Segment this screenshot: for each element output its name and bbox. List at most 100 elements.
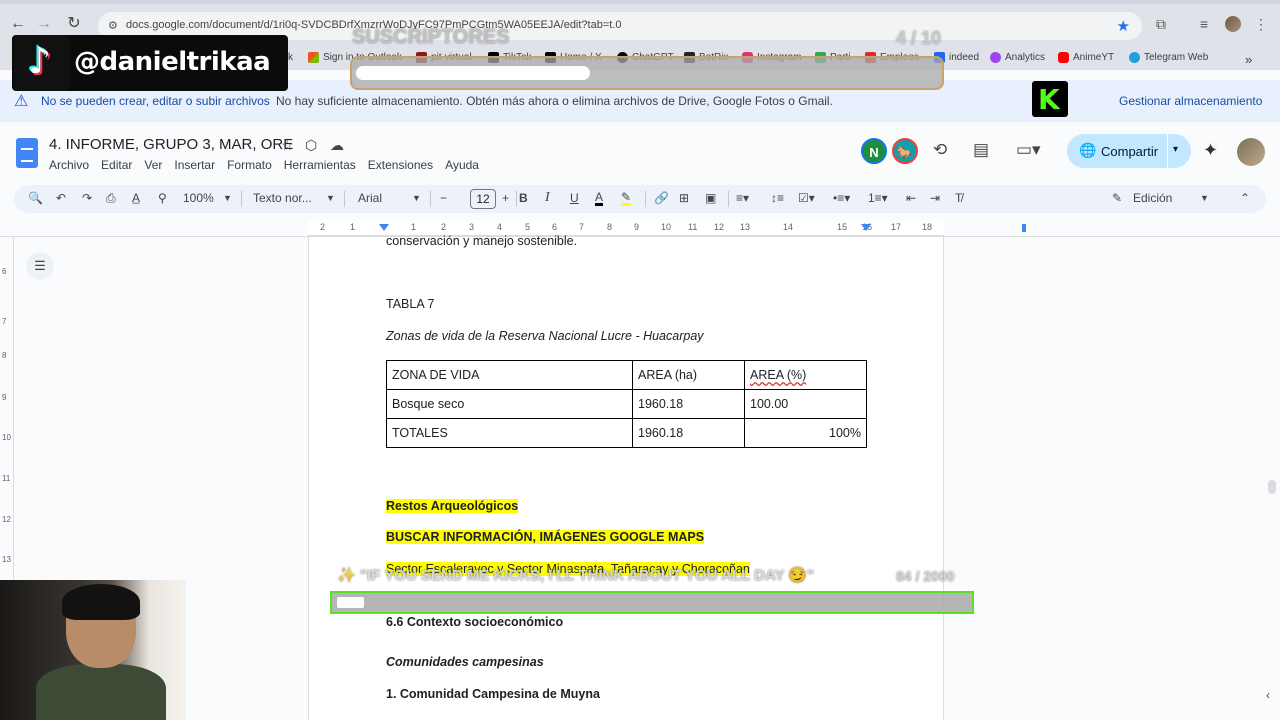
zoom-select[interactable]: 100% — [183, 191, 214, 205]
extensions-icon[interactable]: ⧉ — [1152, 15, 1170, 33]
highlight-icon[interactable]: ✎ — [621, 191, 632, 206]
table-header-cell[interactable]: AREA (ha) — [632, 360, 745, 390]
right-margin-marker[interactable] — [1018, 224, 1026, 232]
increase-font-icon[interactable]: + — [502, 191, 509, 205]
table-cell[interactable]: Bosque seco — [386, 389, 633, 419]
print-icon[interactable]: ⎙ — [106, 191, 116, 206]
text-color-icon[interactable]: A — [595, 191, 604, 206]
add-comment-icon[interactable]: ⊞ — [679, 191, 689, 205]
chevron-down-icon[interactable]: ▼ — [1200, 193, 1209, 203]
telegram-icon — [1129, 52, 1140, 63]
paint-format-icon[interactable]: ⚲ — [158, 191, 167, 205]
link-icon[interactable]: 🔗 — [654, 191, 669, 205]
menu-herramientas[interactable]: Herramientas — [284, 158, 356, 172]
reading-list-icon[interactable]: ≡ — [1195, 15, 1213, 33]
chrome-menu-icon[interactable]: ⋮ — [1252, 15, 1270, 33]
numbered-list-icon[interactable]: 1≡▾ — [868, 191, 888, 205]
bookmark-item[interactable]: AnimeYT — [1058, 52, 1114, 63]
decrease-indent-icon[interactable]: ⇤ — [906, 191, 916, 205]
right-indent-marker[interactable] — [861, 224, 871, 231]
meet-icon[interactable]: ▭▾ — [1016, 140, 1041, 160]
bookmark-label: k — [288, 52, 293, 63]
kicks-count: 84 / 2000 — [896, 568, 955, 584]
table-cell[interactable]: 100.00 — [744, 389, 867, 419]
ruler-number: 1 — [411, 222, 417, 232]
bookmark-label: indeed — [949, 52, 980, 63]
forward-arrow-icon[interactable]: → — [34, 14, 54, 34]
document-title[interactable]: 4. INFORME, GRUPO 3, MAR, ORE — [49, 136, 293, 153]
table-cell[interactable]: TOTALES — [386, 418, 633, 448]
collaborator-avatar[interactable]: N — [861, 138, 887, 164]
redo-icon[interactable]: ↷ — [82, 191, 92, 205]
star-icon[interactable]: ☆ — [281, 137, 294, 154]
increase-indent-icon[interactable]: ⇥ — [930, 191, 940, 205]
ruler-number: 4 — [497, 222, 503, 232]
italic-icon[interactable]: I — [545, 190, 550, 206]
underline-icon[interactable]: U — [570, 191, 579, 205]
analytics-icon — [990, 52, 1001, 63]
menu-editar[interactable]: Editar — [101, 158, 132, 172]
manage-storage-link[interactable]: Gestionar almacenamiento — [1119, 94, 1262, 108]
user-avatar[interactable] — [1237, 138, 1265, 166]
version-history-icon[interactable]: ⟲ — [933, 140, 947, 160]
decrease-font-icon[interactable]: − — [440, 191, 447, 205]
microsoft-icon — [308, 52, 319, 63]
profile-avatar[interactable] — [1225, 16, 1241, 32]
menu-archivo[interactable]: Archivo — [49, 158, 89, 172]
toolbar-divider — [645, 191, 646, 207]
pencil-icon: ✎ — [1112, 191, 1123, 205]
align-icon[interactable]: ≡▾ — [736, 191, 749, 205]
reload-icon[interactable]: ↻ — [64, 14, 84, 34]
table-cell[interactable]: 1960.18 — [632, 418, 745, 448]
cloud-status-icon[interactable]: ☁ — [330, 137, 344, 154]
share-dropdown-icon[interactable]: ▾ — [1173, 144, 1178, 155]
vertical-scrollbar[interactable] — [1268, 480, 1276, 494]
bookmark-item[interactable]: Telegram Web — [1129, 52, 1208, 63]
chevron-down-icon: ▼ — [223, 193, 232, 203]
undo-icon[interactable]: ↶ — [56, 191, 66, 205]
menu-ver[interactable]: Ver — [144, 158, 162, 172]
menu-formato[interactable]: Formato — [227, 158, 272, 172]
line-spacing-icon[interactable]: ↕≡ — [771, 191, 784, 205]
site-info-icon[interactable]: ⚙ — [108, 19, 122, 33]
spellcheck-icon[interactable]: A̲ — [132, 191, 140, 205]
document-page[interactable]: conservación y manejo sostenible. TABLA … — [308, 234, 944, 720]
menu-insertar[interactable]: Insertar — [174, 158, 215, 172]
menu-bar: Archivo Editar Ver Insertar Formato Herr… — [49, 158, 491, 172]
share-button[interactable]: 🌐 Compartir ▾ — [1067, 134, 1191, 168]
search-icon[interactable]: 🔍 — [28, 191, 43, 205]
menu-ayuda[interactable]: Ayuda — [445, 158, 479, 172]
font-select[interactable]: Arial — [358, 191, 382, 205]
paragraph-fragment: conservación y manejo sostenible. — [386, 234, 578, 248]
bookmark-item[interactable]: k — [288, 52, 293, 63]
more-bookmarks-icon[interactable]: » — [1245, 52, 1252, 67]
back-arrow-icon[interactable]: ← — [8, 14, 28, 34]
clear-formatting-icon[interactable]: T̸ — [955, 191, 962, 205]
table-header-cell[interactable]: ZONA DE VIDA — [386, 360, 633, 390]
move-icon[interactable]: ⬡ — [305, 137, 317, 154]
table-cell[interactable]: 100% — [744, 418, 867, 448]
side-panel-toggle-icon[interactable]: ‹ — [1266, 688, 1270, 702]
left-indent-marker[interactable] — [379, 224, 389, 231]
gemini-icon[interactable]: ✦ — [1203, 140, 1218, 161]
bookmark-star-icon[interactable]: ★ — [1117, 17, 1130, 35]
document-outline-icon[interactable]: ☰ — [26, 252, 54, 280]
checklist-icon[interactable]: ☑▾ — [798, 191, 815, 205]
bulleted-list-icon[interactable]: •≡▾ — [833, 191, 850, 205]
insert-image-icon[interactable]: ▣ — [705, 191, 716, 205]
docs-logo-icon[interactable] — [16, 138, 38, 168]
collaborator-avatar[interactable]: 🐎 — [892, 138, 918, 164]
paragraph-style-select[interactable]: Texto nor... — [253, 191, 312, 205]
editing-mode-select[interactable]: Edición — [1133, 191, 1172, 205]
font-size-input[interactable]: 12 — [470, 189, 496, 209]
table-cell[interactable]: 1960.18 — [632, 389, 745, 419]
bookmark-item[interactable]: Analytics — [990, 52, 1045, 63]
menu-extensiones[interactable]: Extensiones — [368, 158, 433, 172]
ruler-number: 17 — [891, 222, 902, 232]
comments-icon[interactable]: ▤ — [973, 140, 989, 160]
bold-icon[interactable]: B — [519, 191, 528, 205]
tiktok-logo-icon: ♪ — [14, 35, 70, 91]
tab-strip — [0, 0, 1280, 4]
collapse-menus-icon[interactable]: ⌃ — [1240, 191, 1250, 205]
table-header-cell[interactable]: AREA (%) — [744, 360, 867, 390]
